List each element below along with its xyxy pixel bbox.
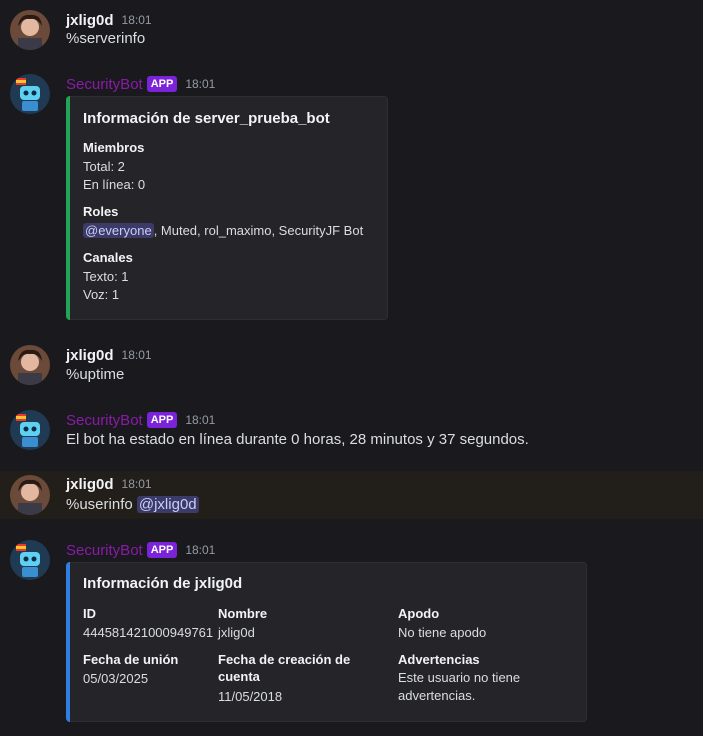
- message-header: jxlig0d 18:01: [66, 10, 152, 30]
- timestamp: 18:01: [121, 477, 152, 491]
- user-mention[interactable]: @jxlig0d: [136, 496, 199, 513]
- field-value: 11/05/2018: [218, 689, 283, 704]
- field-name: Miembros: [83, 140, 145, 155]
- field-name: Apodo: [398, 606, 440, 621]
- embed-accent-bar: [66, 96, 70, 320]
- message-user-uptime: jxlig0d 18:01 %uptime: [0, 345, 703, 389]
- message-text: %uptime: [66, 366, 125, 383]
- timestamp: 18:01: [121, 13, 152, 27]
- field-value: Total: 2: [83, 159, 125, 174]
- app-tag: APP: [146, 412, 178, 428]
- embed-serverinfo: Información de server_prueba_bot Miembro…: [66, 96, 388, 320]
- field-value: jxlig0d: [218, 625, 255, 640]
- embed-accent-bar: [66, 562, 70, 722]
- username[interactable]: SecurityBot: [66, 412, 143, 429]
- field-value: Texto: 1: [83, 269, 129, 284]
- message-text: %serverinfo: [66, 30, 146, 47]
- message-bot-userinfo: SecurityBot APP 18:01 Información de jxl…: [0, 540, 703, 726]
- message-header: SecurityBot APP 18:01: [66, 540, 215, 560]
- timestamp: 18:01: [185, 543, 216, 557]
- username[interactable]: SecurityBot: [66, 542, 143, 559]
- message-text: %userinfo @jxlig0d: [66, 496, 199, 513]
- message-user-userinfo: jxlig0d 18:01 %userinfo @jxlig0d: [0, 471, 703, 519]
- command-text: %userinfo: [66, 496, 137, 513]
- field-value: 05/03/2025: [83, 671, 149, 686]
- user-avatar-icon[interactable]: [10, 345, 50, 385]
- embed-title: Información de jxlig0d: [83, 575, 243, 592]
- field-value: Este usuario no tiene advertencias.: [398, 670, 521, 703]
- message-header: SecurityBot APP 18:01: [66, 74, 215, 94]
- timestamp: 18:01: [185, 413, 216, 427]
- timestamp: 18:01: [185, 77, 216, 91]
- username[interactable]: jxlig0d: [66, 347, 114, 364]
- field-name: Nombre: [218, 606, 268, 621]
- field-value: No tiene apodo: [398, 625, 487, 640]
- embed-title: Información de server_prueba_bot: [83, 110, 330, 127]
- username[interactable]: jxlig0d: [66, 12, 114, 29]
- username[interactable]: jxlig0d: [66, 476, 114, 493]
- field-name: Advertencias: [398, 652, 480, 667]
- user-avatar-icon[interactable]: [10, 475, 50, 515]
- message-user-serverinfo: jxlig0d 18:01 %serverinfo: [0, 10, 703, 54]
- field-name: ID: [83, 606, 96, 621]
- message-bot-uptime: SecurityBot APP 18:01 El bot ha estado e…: [0, 410, 703, 454]
- user-avatar-icon[interactable]: [10, 10, 50, 50]
- field-name: Canales: [83, 250, 133, 265]
- roles-text: , Muted, rol_maximo, SecurityJF Bot: [153, 223, 364, 238]
- message-header: SecurityBot APP 18:01: [66, 410, 215, 430]
- bot-avatar-icon[interactable]: [10, 540, 50, 580]
- message-text: El bot ha estado en línea durante 0 hora…: [66, 431, 529, 448]
- bot-avatar-icon[interactable]: [10, 74, 50, 114]
- message-header: jxlig0d 18:01: [66, 474, 152, 494]
- field-name: Fecha de creación de cuenta: [218, 652, 351, 684]
- app-tag: APP: [146, 542, 178, 558]
- field-name: Roles: [83, 204, 119, 219]
- timestamp: 18:01: [121, 348, 152, 362]
- field-value: En línea: 0: [83, 177, 146, 192]
- message-header: jxlig0d 18:01: [66, 345, 152, 365]
- app-tag: APP: [146, 76, 178, 92]
- field-value-roles: @everyone, Muted, rol_maximo, SecurityJF…: [83, 222, 363, 240]
- username[interactable]: SecurityBot: [66, 76, 143, 93]
- bot-avatar-icon[interactable]: [10, 410, 50, 450]
- role-mention[interactable]: @everyone: [83, 223, 154, 238]
- field-name: Fecha de unión: [83, 652, 179, 667]
- field-value: Voz: 1: [83, 287, 120, 302]
- message-bot-serverinfo: SecurityBot APP 18:01 Información de ser…: [0, 74, 703, 324]
- embed-userinfo: Información de jxlig0d ID 44458142100094…: [66, 562, 587, 722]
- field-value: 444581421000949761: [83, 625, 214, 640]
